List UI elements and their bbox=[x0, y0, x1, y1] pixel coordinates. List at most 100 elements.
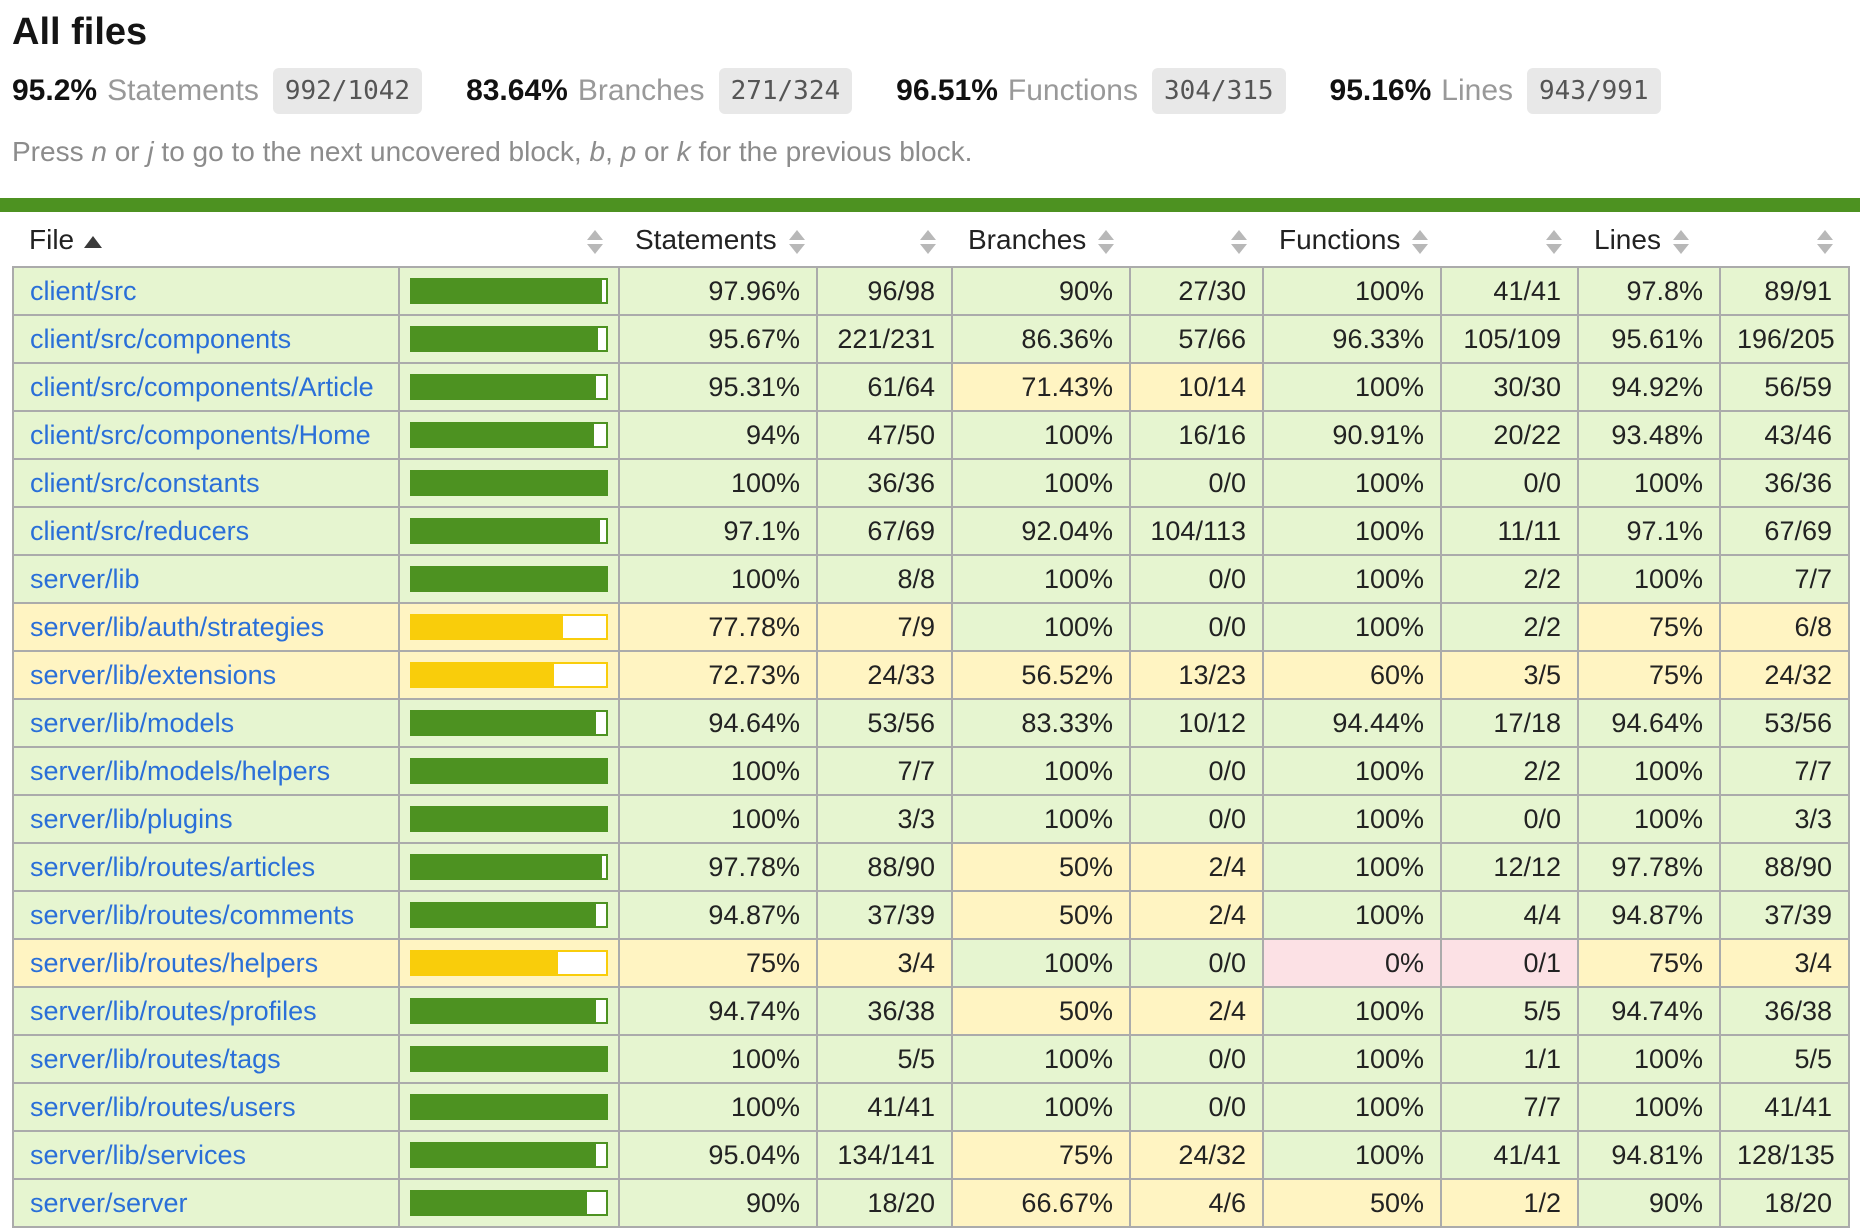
column-header-statements-abs[interactable] bbox=[817, 212, 952, 267]
file-link[interactable]: server/lib/services bbox=[30, 1140, 246, 1170]
metric-lines: 95.16% Lines 943/991 bbox=[1330, 68, 1661, 114]
statements-label: Statements bbox=[107, 74, 259, 108]
column-header-statements[interactable]: Statements bbox=[619, 212, 817, 267]
file-cell: client/src bbox=[13, 267, 399, 315]
file-link[interactable]: client/src/components bbox=[30, 324, 291, 354]
file-link[interactable]: client/src/constants bbox=[30, 468, 260, 498]
file-cell: server/lib/auth/strategies bbox=[13, 603, 399, 651]
coverage-bar-cell bbox=[399, 267, 619, 315]
lines-percentage: 95.16% bbox=[1330, 74, 1432, 108]
branches-abs-cell: 16/16 bbox=[1130, 411, 1263, 459]
coverage-bar bbox=[410, 374, 608, 400]
file-link[interactable]: server/lib/models/helpers bbox=[30, 756, 330, 786]
branches-abs-cell: 2/4 bbox=[1130, 843, 1263, 891]
file-link[interactable]: server/lib/auth/strategies bbox=[30, 612, 324, 642]
file-link[interactable]: server/server bbox=[30, 1188, 188, 1218]
statements-abs-cell: 36/36 bbox=[817, 459, 952, 507]
branches-abs-cell: 0/0 bbox=[1130, 1083, 1263, 1131]
coverage-bar-cell bbox=[399, 1131, 619, 1179]
branches-pct-cell: 100% bbox=[952, 1035, 1130, 1083]
file-link[interactable]: server/lib/routes/tags bbox=[30, 1044, 281, 1074]
file-cell: client/src/reducers bbox=[13, 507, 399, 555]
statements-abs-cell: 3/3 bbox=[817, 795, 952, 843]
branches-pct-cell: 100% bbox=[952, 747, 1130, 795]
file-link[interactable]: client/src/reducers bbox=[30, 516, 249, 546]
file-link[interactable]: client/src/components/Article bbox=[30, 372, 374, 402]
file-link[interactable]: server/lib/routes/comments bbox=[30, 900, 354, 930]
functions-pct-cell: 100% bbox=[1263, 795, 1441, 843]
file-cell: client/src/components/Article bbox=[13, 363, 399, 411]
branches-pct-cell: 100% bbox=[952, 555, 1130, 603]
lines-pct-cell: 94.81% bbox=[1578, 1131, 1720, 1179]
column-header-lines[interactable]: Lines bbox=[1578, 212, 1720, 267]
lines-abs-cell: 37/39 bbox=[1720, 891, 1849, 939]
functions-pct-cell: 100% bbox=[1263, 1131, 1441, 1179]
table-row: client/src97.96%96/9890%27/30100%41/4197… bbox=[13, 267, 1849, 315]
branches-abs-cell: 10/12 bbox=[1130, 699, 1263, 747]
file-link[interactable]: server/lib/plugins bbox=[30, 804, 233, 834]
coverage-bar-cell bbox=[399, 1083, 619, 1131]
file-cell: server/lib/services bbox=[13, 1131, 399, 1179]
column-header-branches-abs[interactable] bbox=[1130, 212, 1263, 267]
functions-pct-cell: 100% bbox=[1263, 603, 1441, 651]
column-header-lines-abs[interactable] bbox=[1720, 212, 1849, 267]
file-link[interactable]: server/lib/routes/helpers bbox=[30, 948, 318, 978]
coverage-bar bbox=[410, 758, 608, 784]
file-link[interactable]: server/lib/routes/articles bbox=[30, 852, 315, 882]
column-header-functions[interactable]: Functions bbox=[1263, 212, 1441, 267]
functions-abs-cell: 0/1 bbox=[1441, 939, 1578, 987]
statements-abs-cell: 36/38 bbox=[817, 987, 952, 1035]
file-link[interactable]: client/src bbox=[30, 276, 137, 306]
file-cell: server/lib/routes/tags bbox=[13, 1035, 399, 1083]
branches-abs-cell: 0/0 bbox=[1130, 747, 1263, 795]
statements-fraction-badge: 992/1042 bbox=[273, 68, 422, 114]
coverage-bar bbox=[410, 566, 608, 592]
file-cell: client/src/components/Home bbox=[13, 411, 399, 459]
column-header-branches[interactable]: Branches bbox=[952, 212, 1130, 267]
functions-pct-cell: 90.91% bbox=[1263, 411, 1441, 459]
branches-percentage: 83.64% bbox=[466, 74, 568, 108]
statements-abs-cell: 221/231 bbox=[817, 315, 952, 363]
branches-abs-cell: 24/32 bbox=[1130, 1131, 1263, 1179]
branches-pct-cell: 71.43% bbox=[952, 363, 1130, 411]
column-header-bar[interactable] bbox=[399, 212, 619, 267]
table-row: server/lib/models94.64%53/5683.33%10/129… bbox=[13, 699, 1849, 747]
lines-pct-cell: 94.87% bbox=[1578, 891, 1720, 939]
file-link[interactable]: server/lib/routes/profiles bbox=[30, 996, 317, 1026]
coverage-bar-cell bbox=[399, 411, 619, 459]
file-link[interactable]: server/lib bbox=[30, 564, 140, 594]
functions-pct-cell: 100% bbox=[1263, 555, 1441, 603]
lines-pct-cell: 75% bbox=[1578, 939, 1720, 987]
lines-abs-cell: 3/3 bbox=[1720, 795, 1849, 843]
file-link[interactable]: server/lib/models bbox=[30, 708, 234, 738]
table-row: server/server90%18/2066.67%4/650%1/290%1… bbox=[13, 1179, 1849, 1227]
statements-abs-cell: 7/7 bbox=[817, 747, 952, 795]
lines-abs-cell: 88/90 bbox=[1720, 843, 1849, 891]
file-link[interactable]: server/lib/extensions bbox=[30, 660, 276, 690]
functions-pct-cell: 50% bbox=[1263, 1179, 1441, 1227]
coverage-bar-cell bbox=[399, 507, 619, 555]
coverage-bar bbox=[410, 470, 608, 496]
statements-abs-cell: 61/64 bbox=[817, 363, 952, 411]
column-header-file[interactable]: File bbox=[13, 212, 399, 267]
lines-label: Lines bbox=[1441, 74, 1513, 108]
table-row: server/lib/models/helpers100%7/7100%0/01… bbox=[13, 747, 1849, 795]
lines-abs-cell: 7/7 bbox=[1720, 747, 1849, 795]
sorter-icon bbox=[1231, 230, 1247, 254]
coverage-bar bbox=[410, 998, 608, 1024]
statements-pct-cell: 100% bbox=[619, 747, 817, 795]
file-link[interactable]: client/src/components/Home bbox=[30, 420, 371, 450]
functions-abs-cell: 105/109 bbox=[1441, 315, 1578, 363]
page-title: All files bbox=[12, 10, 1848, 54]
functions-percentage: 96.51% bbox=[896, 74, 998, 108]
statements-abs-cell: 41/41 bbox=[817, 1083, 952, 1131]
lines-pct-cell: 93.48% bbox=[1578, 411, 1720, 459]
statements-pct-cell: 97.78% bbox=[619, 843, 817, 891]
column-header-functions-abs[interactable] bbox=[1441, 212, 1578, 267]
functions-abs-cell: 1/2 bbox=[1441, 1179, 1578, 1227]
sort-ascending-icon bbox=[84, 236, 102, 248]
lines-abs-cell: 41/41 bbox=[1720, 1083, 1849, 1131]
functions-pct-cell: 100% bbox=[1263, 1035, 1441, 1083]
functions-abs-cell: 11/11 bbox=[1441, 507, 1578, 555]
file-link[interactable]: server/lib/routes/users bbox=[30, 1092, 296, 1122]
